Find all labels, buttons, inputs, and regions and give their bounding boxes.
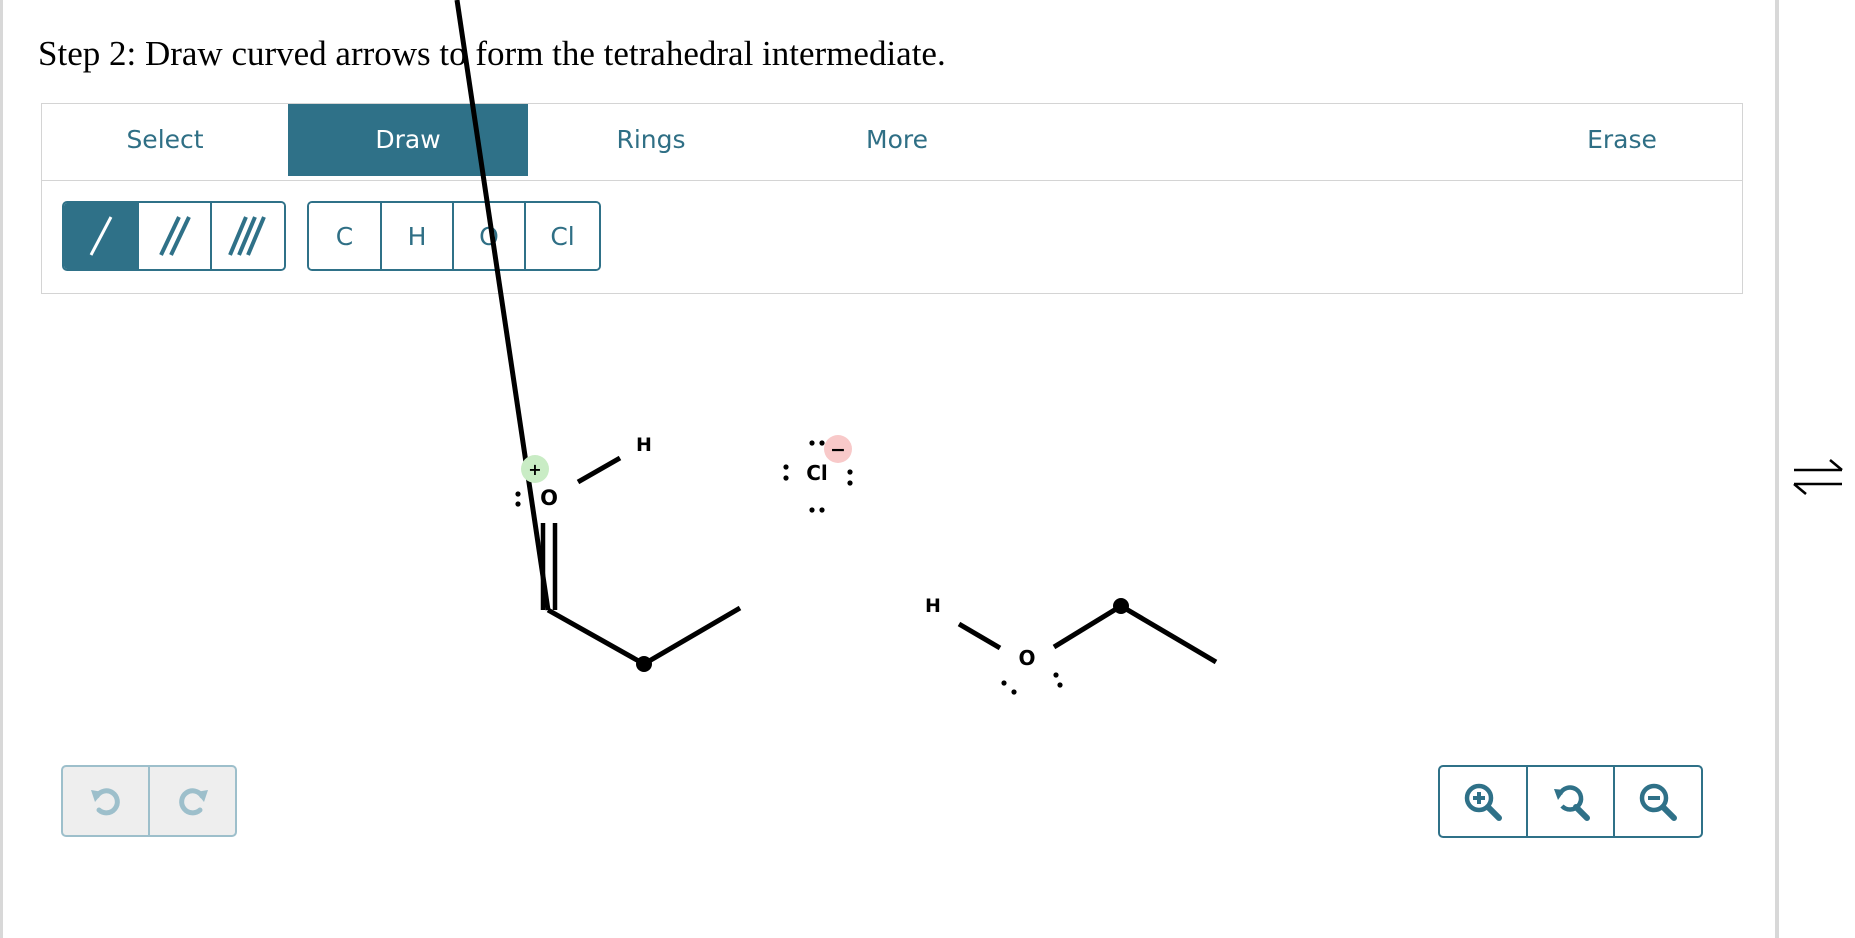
zoom-reset-button[interactable]: [1528, 767, 1616, 836]
lone-pair-dot: [1001, 680, 1007, 686]
lone-pair-dot: [515, 501, 521, 507]
redo-icon: [178, 788, 208, 816]
lone-pair-dot: [515, 491, 521, 497]
lone-pair-dot: [783, 475, 789, 481]
lone-pair-dot: [1057, 682, 1063, 688]
positive-charge-sign: +: [528, 460, 541, 479]
ethanol-molecule[interactable]: H O: [925, 595, 1218, 695]
zoom-out-button[interactable]: [1615, 767, 1701, 836]
bond-carbonyl-ch2[interactable]: [546, 607, 646, 667]
atom-h-ethanol[interactable]: H: [925, 595, 941, 617]
equilibrium-arrows-icon: [1793, 459, 1843, 495]
zoom-controls: [1438, 765, 1703, 838]
atom-o-ethanol[interactable]: O: [1018, 646, 1035, 670]
bond-ch2-ch3[interactable]: [642, 605, 742, 667]
bond-h-o[interactable]: [957, 621, 1002, 651]
bond-o-h[interactable]: [576, 455, 622, 485]
undo-button[interactable]: [63, 767, 150, 835]
lone-pair-dot: [809, 440, 815, 446]
zoom-in-icon: [1464, 783, 1502, 821]
lone-pair-dot: [809, 507, 815, 513]
zoom-out-icon: [1639, 783, 1678, 821]
zoom-reset-icon: [1553, 784, 1590, 821]
bond-methyl-carbonyl[interactable]: [454, 0, 551, 611]
atom-dot[interactable]: [1113, 598, 1129, 614]
atom-h-oxonium[interactable]: H: [636, 434, 652, 456]
lone-pair-dot: [1011, 689, 1017, 695]
bond-ch2-ch3-ethanol[interactable]: [1119, 603, 1218, 665]
lone-pair-dot: [1053, 672, 1059, 678]
lone-pair-dot: [847, 469, 853, 475]
oxonium-molecule[interactable]: + O H: [454, 0, 742, 672]
bond-o-ch2[interactable]: [1052, 603, 1123, 650]
atom-o-oxonium[interactable]: O: [540, 486, 558, 510]
chloride-ion[interactable]: − Cl: [783, 435, 853, 513]
atom-dot[interactable]: [636, 656, 652, 672]
atom-cl[interactable]: Cl: [806, 461, 828, 485]
zoom-in-button[interactable]: [1440, 767, 1528, 836]
lone-pair-dot: [847, 480, 853, 486]
lone-pair-dot: [819, 440, 825, 446]
redo-button[interactable]: [150, 767, 235, 835]
undo-icon: [90, 788, 120, 816]
lone-pair-dot: [819, 507, 825, 513]
history-controls: [61, 765, 237, 837]
lone-pair-dot: [783, 464, 789, 470]
negative-charge-sign: −: [830, 439, 846, 461]
